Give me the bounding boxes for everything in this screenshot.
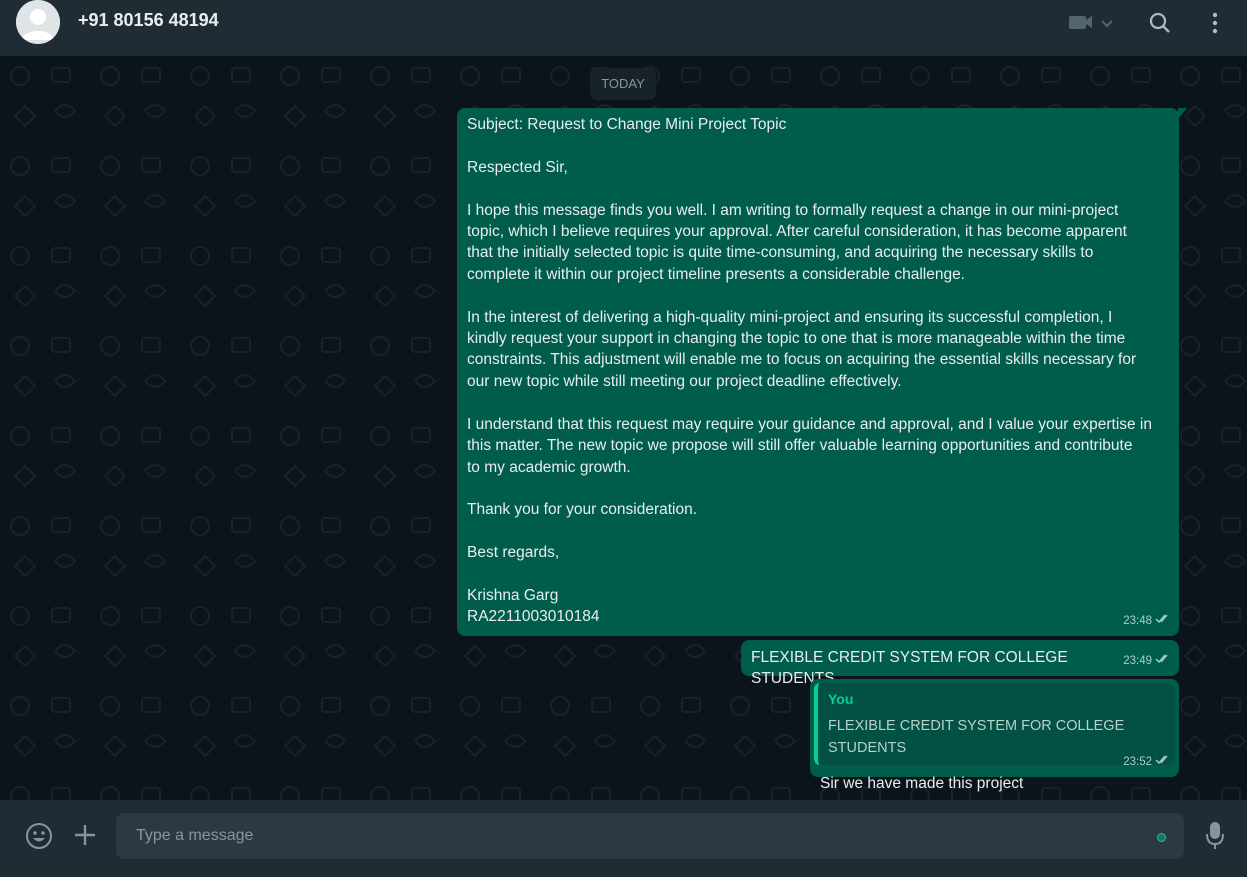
message-time: 23:49 <box>1123 654 1152 667</box>
message-meta: 23:48 <box>1123 611 1171 632</box>
date-divider: TODAY <box>590 68 656 100</box>
chat-header: +91 80156 48194 <box>0 0 1247 56</box>
quote-author: You <box>828 691 854 707</box>
emoji-icon[interactable] <box>25 822 53 855</box>
message-input[interactable]: Type a message <box>116 813 1184 859</box>
microphone-icon[interactable] <box>1205 821 1225 856</box>
status-dot-icon <box>1157 833 1166 842</box>
quoted-message[interactable]: You FLEXIBLE CREDIT SYSTEM FOR COLLEGE S… <box>814 683 1175 766</box>
message-bubble[interactable]: FLEXIBLE CREDIT SYSTEM FOR COLLEGE STUDE… <box>741 640 1179 687</box>
read-ticks-icon <box>1155 611 1171 632</box>
message-text: Subject: Request to Change Mini Project … <box>467 116 1152 626</box>
contact-name[interactable]: +91 80156 48194 <box>78 10 219 31</box>
read-ticks-icon <box>1155 651 1171 672</box>
message-bubble[interactable]: Subject: Request to Change Mini Project … <box>457 108 1179 636</box>
message-input-placeholder: Type a message <box>136 827 254 844</box>
message-meta: 23:49 <box>1123 651 1171 672</box>
plus-icon[interactable] <box>73 823 97 852</box>
message-time: 23:52 <box>1123 755 1152 768</box>
read-ticks-icon <box>1155 752 1171 773</box>
message-text: Sir we have made this project <box>820 775 1024 793</box>
menu-icon[interactable] <box>1210 11 1220 40</box>
quote-text: FLEXIBLE CREDIT SYSTEM FOR COLLEGE STUDE… <box>828 718 1125 756</box>
chat-area[interactable]: TODAY Subject: Request to Change Mini Pr… <box>0 56 1247 800</box>
video-call-icon[interactable] <box>1068 14 1094 35</box>
message-time: 23:48 <box>1123 614 1152 627</box>
bubble-tail <box>1178 108 1187 119</box>
chevron-down-icon[interactable] <box>1100 16 1114 34</box>
compose-bar: Type a message <box>0 800 1247 877</box>
message-meta: 23:52 <box>1123 752 1171 773</box>
avatar-icon[interactable] <box>16 0 60 44</box>
message-bubble[interactable]: You FLEXIBLE CREDIT SYSTEM FOR COLLEGE S… <box>810 679 1179 792</box>
search-icon[interactable] <box>1148 11 1172 40</box>
